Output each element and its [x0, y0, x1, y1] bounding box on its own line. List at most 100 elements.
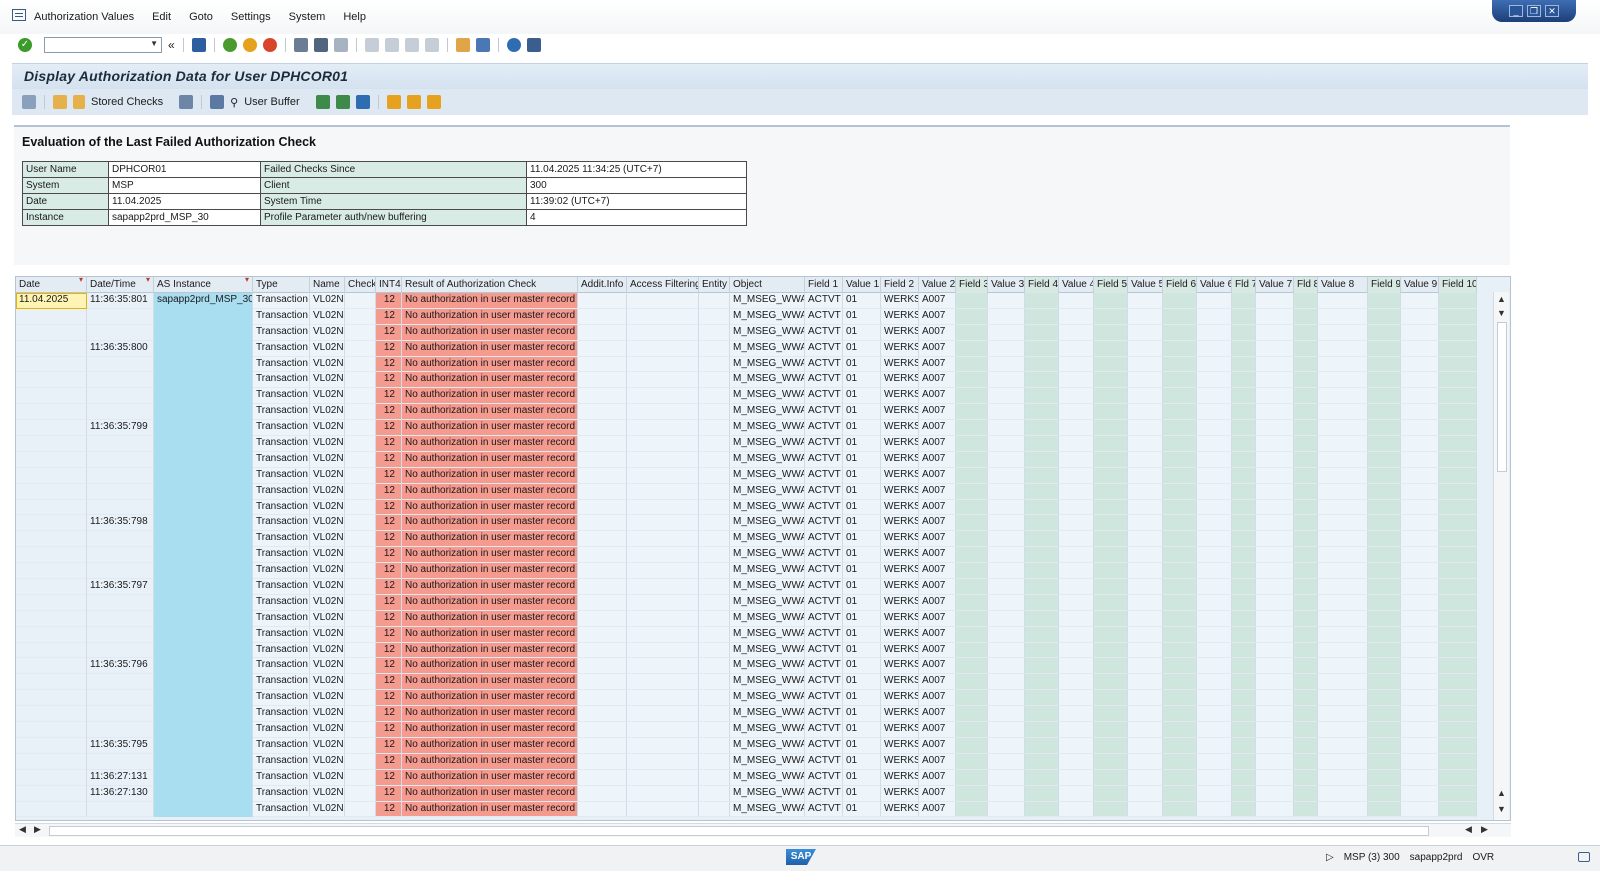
- vertical-scrollbar[interactable]: ▲ ▼ ▲ ▼: [1493, 292, 1509, 820]
- table-row[interactable]: Transaction VL02N 12 No authorization in us…: [16, 563, 1477, 580]
- table-row[interactable]: 11:36:27:130 Transaction VL02N 12 No authori…: [16, 785, 1477, 802]
- export-icon[interactable]: [426, 95, 441, 109]
- stored-checks-button[interactable]: Stored Checks: [91, 96, 163, 108]
- column-header[interactable]: Value 5: [1128, 277, 1163, 293]
- menu-authorization-values[interactable]: Authorization Values: [34, 11, 134, 23]
- column-header[interactable]: AS Instance: [154, 277, 253, 293]
- back-icon[interactable]: [222, 38, 237, 52]
- customize-layout-icon[interactable]: [526, 38, 541, 52]
- system-client[interactable]: MSP (3) 300: [1344, 852, 1400, 863]
- table-row[interactable]: Transaction VL02N 12 No authorization in us…: [16, 626, 1477, 643]
- column-header[interactable]: Value 1: [843, 277, 881, 293]
- table-row[interactable]: 11:36:35:797 Transaction VL02N 12 No authori…: [16, 579, 1477, 595]
- user-buffer-icon[interactable]: ⚲: [230, 96, 238, 109]
- column-header[interactable]: Check: [345, 277, 376, 293]
- scroll-right-icon[interactable]: ▶: [34, 824, 41, 835]
- find-next-icon[interactable]: [333, 38, 348, 52]
- scroll-down-icon[interactable]: ▼: [1497, 804, 1506, 814]
- table-row[interactable]: Transaction VL02N 12 No authorization in us…: [16, 690, 1477, 707]
- table-row[interactable]: Transaction VL02N 12 No authorization in us…: [16, 404, 1477, 421]
- scroll-up-icon[interactable]: ▲: [1497, 294, 1506, 304]
- column-header[interactable]: Value 4: [1059, 277, 1094, 293]
- table-row[interactable]: Transaction VL02N 12 No authorization in us…: [16, 531, 1477, 548]
- column-header[interactable]: Value 8: [1318, 277, 1368, 293]
- column-header[interactable]: Date/Time: [87, 277, 154, 293]
- first-page-icon[interactable]: [364, 38, 379, 52]
- input-mode[interactable]: OVR: [1472, 852, 1494, 863]
- column-header[interactable]: Field 1: [805, 277, 843, 293]
- scroll-down-icon[interactable]: ▼: [1497, 308, 1506, 318]
- column-header[interactable]: Field 10: [1439, 277, 1477, 293]
- table-row[interactable]: Transaction VL02N 12 No authorization in us…: [16, 753, 1477, 770]
- table-row[interactable]: Transaction VL02N 12 No authorization in us…: [16, 467, 1477, 484]
- user-buffer-button[interactable]: User Buffer: [244, 96, 299, 108]
- column-header[interactable]: Field 3: [956, 277, 988, 293]
- table-row[interactable]: 11:36:27:131 Transaction VL02N 12 No authori…: [16, 769, 1477, 786]
- filter-icon[interactable]: [355, 95, 370, 109]
- menu-list-icon[interactable]: [12, 9, 26, 21]
- last-page-icon[interactable]: [424, 38, 439, 52]
- scroll-left-icon[interactable]: ◀: [19, 824, 26, 835]
- help-icon[interactable]: [506, 38, 521, 52]
- table-row[interactable]: Transaction VL02N 12 No authorization in us…: [16, 372, 1477, 389]
- scroll-thumb[interactable]: [49, 826, 1429, 836]
- table-row[interactable]: Transaction VL02N 12 No authorization in us…: [16, 722, 1477, 738]
- enter-check-icon[interactable]: ✓: [18, 38, 32, 52]
- table-row[interactable]: Transaction VL02N 12 No authorization in us…: [16, 594, 1477, 611]
- column-header[interactable]: Result of Authorization Check: [402, 277, 578, 293]
- column-header[interactable]: Value 2: [919, 277, 956, 293]
- sort-descending-icon[interactable]: [335, 95, 350, 109]
- table-row[interactable]: Transaction VL02N 12 No authorization in us…: [16, 801, 1477, 818]
- table-row[interactable]: Transaction VL02N 12 No authorization in us…: [16, 356, 1477, 373]
- table-row[interactable]: Transaction VL02N 12 No authorization in us…: [16, 388, 1477, 405]
- column-header[interactable]: Value 6: [1197, 277, 1232, 293]
- column-header[interactable]: Value 3: [988, 277, 1025, 293]
- column-header[interactable]: Name: [310, 277, 345, 293]
- stored-checks-icon[interactable]: [73, 95, 85, 109]
- previous-page-icon[interactable]: [384, 38, 399, 52]
- table-row[interactable]: Transaction VL02N 12 No authorization in us…: [16, 547, 1477, 564]
- minimize-icon[interactable]: _: [1509, 5, 1523, 17]
- table-row[interactable]: Transaction VL02N 12 No authorization in us…: [16, 674, 1477, 691]
- column-header[interactable]: INT4: [376, 277, 402, 293]
- shortcut-icon[interactable]: [475, 38, 490, 52]
- table-row[interactable]: Transaction VL02N 12 No authorization in us…: [16, 642, 1477, 659]
- details-icon[interactable]: [210, 95, 225, 109]
- print-icon[interactable]: [293, 38, 308, 52]
- new-session-icon[interactable]: [455, 38, 470, 52]
- table-cell[interactable]: 11.04.2025: [16, 293, 87, 309]
- table-row[interactable]: 11:36:35:798 Transaction VL02N 12 No authori…: [16, 515, 1477, 532]
- menu-goto[interactable]: Goto: [189, 11, 213, 23]
- table-row[interactable]: 11:36:35:795 Transaction VL02N 12 No authori…: [16, 737, 1477, 754]
- column-header[interactable]: Object: [730, 277, 805, 293]
- save-icon[interactable]: [191, 38, 206, 52]
- restore-icon[interactable]: ❐: [1527, 5, 1541, 17]
- table-row[interactable]: 11:36:35:799 Transaction VL02N 12 No authori…: [16, 420, 1477, 437]
- menu-edit[interactable]: Edit: [152, 11, 171, 23]
- layout-icon[interactable]: [406, 95, 421, 109]
- scroll-right-icon[interactable]: ▶: [1481, 824, 1488, 835]
- table-row[interactable]: Transaction VL02N 12 No authorization in us…: [16, 499, 1477, 516]
- column-header[interactable]: Value 9: [1401, 277, 1439, 293]
- close-icon[interactable]: ✕: [1545, 5, 1559, 17]
- column-header[interactable]: Value 7: [1256, 277, 1294, 293]
- scroll-thumb[interactable]: [1497, 322, 1507, 472]
- table-row[interactable]: Transaction VL02N 12 No authorization in us…: [16, 308, 1477, 325]
- exit-icon[interactable]: [242, 38, 257, 52]
- menu-settings[interactable]: Settings: [231, 11, 271, 23]
- scroll-up-icon[interactable]: ▲: [1497, 788, 1506, 798]
- collapse-chevron-icon[interactable]: «: [168, 38, 175, 52]
- horizontal-scrollbar[interactable]: ◀ ▶ ◀ ▶: [15, 823, 1511, 837]
- menu-help[interactable]: Help: [343, 11, 366, 23]
- table-row[interactable]: Transaction VL02N 12 No authorization in us…: [16, 436, 1477, 452]
- command-field[interactable]: [44, 37, 162, 53]
- status-play-icon[interactable]: ▷: [1326, 852, 1334, 863]
- find-icon[interactable]: [313, 38, 328, 52]
- cancel-icon[interactable]: [262, 38, 277, 52]
- column-header[interactable]: Addit.Info: [578, 277, 627, 293]
- open-folder-icon[interactable]: [53, 95, 67, 109]
- column-header[interactable]: Field 5: [1094, 277, 1128, 293]
- next-page-icon[interactable]: [404, 38, 419, 52]
- sort-ascending-icon[interactable]: [315, 95, 330, 109]
- table-view-icon[interactable]: [386, 95, 401, 109]
